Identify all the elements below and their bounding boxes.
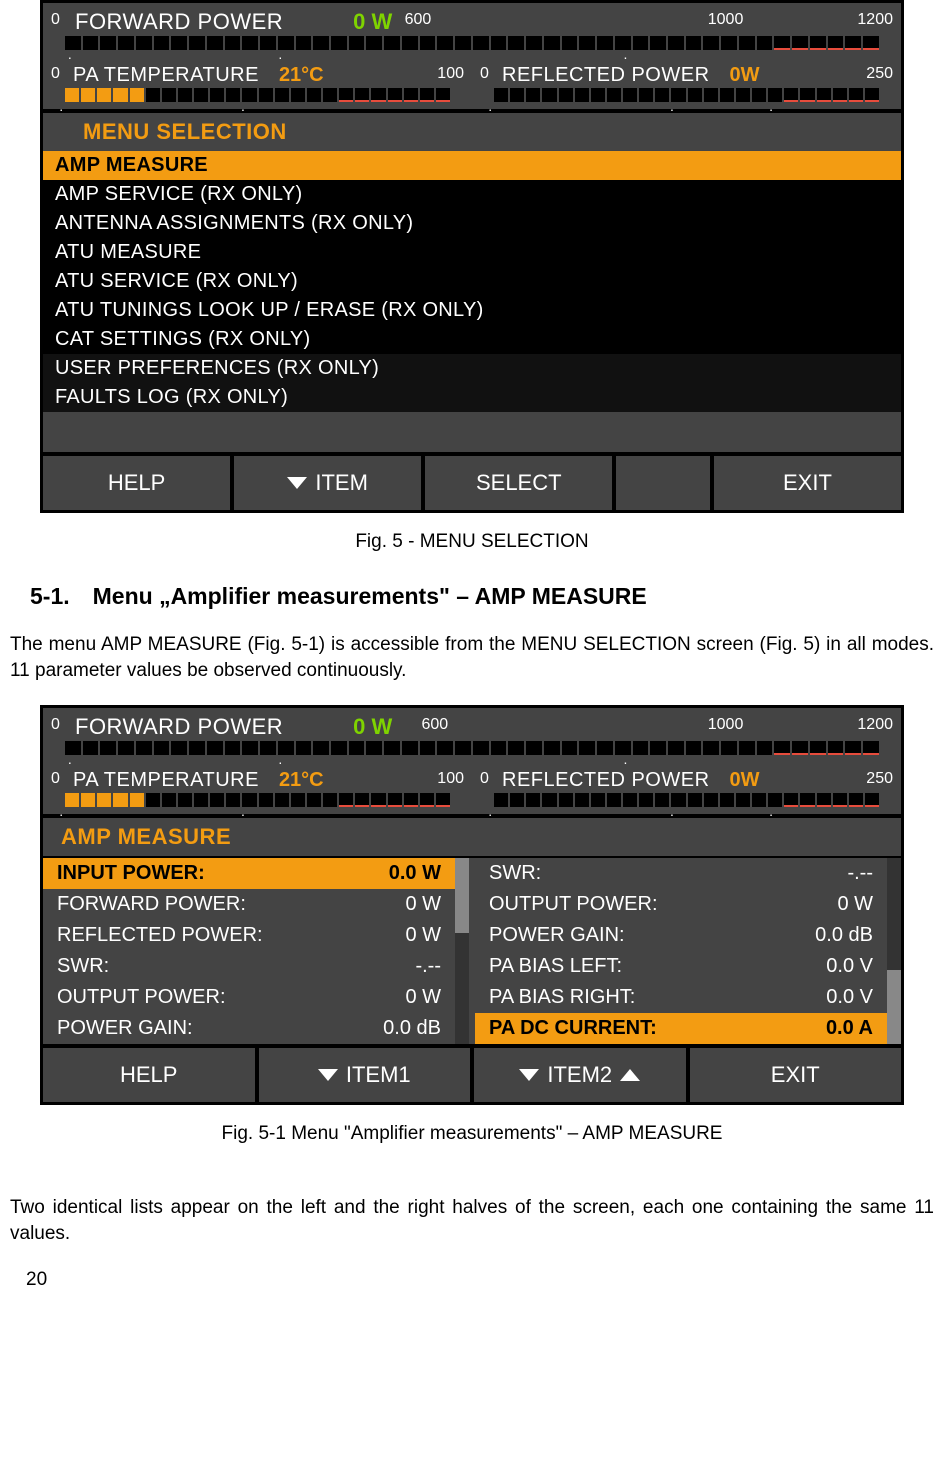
refl-bar: ...	[480, 793, 893, 814]
measure-columns: INPUT POWER:0.0 WFORWARD POWER:0 WREFLEC…	[43, 858, 901, 1044]
refl-label: REFLECTED POWER	[502, 769, 710, 792]
item-button[interactable]: ITEM	[234, 456, 425, 510]
param-row[interactable]: OUTPUT POWER:0 W	[475, 889, 887, 920]
param-row[interactable]: POWER GAIN:0.0 dB	[475, 920, 887, 951]
menu-item[interactable]: FAULTS LOG (RX ONLY)	[43, 383, 901, 412]
page-number: 20	[26, 1269, 944, 1291]
menu-item[interactable]: ANTENNA ASSIGNMENTS (RX ONLY)	[43, 209, 901, 238]
amp-measure-title: AMP MEASURE	[43, 818, 901, 856]
param-row[interactable]: PA BIAS RIGHT:0.0 V	[475, 982, 887, 1013]
fig51-caption: Fig. 5-1 Menu "Amplifier measurements" –…	[0, 1123, 944, 1145]
temp-value: 21°C	[279, 769, 324, 792]
fwd-value: 0 W	[353, 714, 392, 740]
pa-temp-gauge: 0 PA TEMPERATURE 21°C 100 ..	[43, 762, 472, 814]
scale-100: 100	[437, 65, 464, 83]
scale-0: 0	[51, 65, 60, 83]
param-row[interactable]: SWR:-.--	[43, 951, 455, 982]
scrollbar-left[interactable]	[455, 858, 469, 1044]
footer-bar: HELP ITEM1 ITEM2 EXIT	[43, 1044, 901, 1102]
menu-item[interactable]: ATU TUNINGS LOOK UP / ERASE (RX ONLY)	[43, 296, 901, 325]
param-row[interactable]: PA DC CURRENT:0.0 A	[475, 1013, 887, 1044]
menu-selection-title: MENU SELECTION	[43, 113, 901, 151]
refl-bar: ...	[480, 88, 893, 109]
temp-label: PA TEMPERATURE	[73, 769, 259, 792]
reflected-gauge: 0 REFLECTED POWER 0W 250 ...	[472, 57, 901, 109]
param-row[interactable]: FORWARD POWER:0 W	[43, 889, 455, 920]
help-button[interactable]: HELP	[43, 456, 234, 510]
temp-bar: ..	[51, 88, 464, 109]
scale-0: 0	[51, 11, 60, 29]
refl-value: 0W	[730, 769, 760, 792]
fwd-bar: ...	[51, 36, 893, 57]
pa-temp-gauge: 0 PA TEMPERATURE 21°C 100 ..	[43, 57, 472, 109]
scale-600: 600	[405, 11, 432, 29]
down-icon	[318, 1069, 338, 1081]
refl-value: 0W	[730, 64, 760, 87]
scale-250: 250	[866, 65, 893, 83]
temp-label: PA TEMPERATURE	[73, 64, 259, 87]
fig5-caption: Fig. 5 - MENU SELECTION	[0, 531, 944, 553]
scale-0: 0	[480, 65, 489, 83]
select-button[interactable]: SELECT	[425, 456, 616, 510]
right-column: SWR:-.--OUTPUT POWER:0 WPOWER GAIN:0.0 d…	[475, 858, 887, 1044]
exit-button[interactable]: EXIT	[714, 456, 901, 510]
menu-item[interactable]: USER PREFERENCES (RX ONLY)	[43, 354, 901, 383]
left-column: INPUT POWER:0.0 WFORWARD POWER:0 WREFLEC…	[43, 858, 455, 1044]
para-1: The menu AMP MEASURE (Fig. 5-1) is acces…	[10, 632, 934, 683]
forward-power-gauge: 0 FORWARD POWER 0 W 600 1000 1200 ...	[43, 3, 901, 57]
param-row[interactable]: INPUT POWER:0.0 W	[43, 858, 455, 889]
menu-item[interactable]: ATU MEASURE	[43, 238, 901, 267]
menu-item[interactable]: AMP MEASURE	[43, 151, 901, 180]
down-icon	[287, 477, 307, 489]
param-row[interactable]: SWR:-.--	[475, 858, 887, 889]
menu-list: AMP MEASUREAMP SERVICE (RX ONLY)ANTENNA …	[43, 151, 901, 412]
item2-button[interactable]: ITEM2	[474, 1048, 690, 1102]
fig51-screen: 0 FORWARD POWER 0 W 600 1000 1200 ... 0 …	[40, 705, 904, 1105]
temp-bar: ..	[51, 793, 464, 814]
param-row[interactable]: REFLECTED POWER:0 W	[43, 920, 455, 951]
para-2: Two identical lists appear on the left a…	[10, 1195, 934, 1246]
menu-item[interactable]: AMP SERVICE (RX ONLY)	[43, 180, 901, 209]
fig5-screen: 0 FORWARD POWER 0 W 600 1000 1200 ... 0 …	[40, 0, 904, 513]
up-icon	[620, 1069, 640, 1081]
forward-power-gauge: 0 FORWARD POWER 0 W 600 1000 1200 ...	[43, 708, 901, 762]
exit-button[interactable]: EXIT	[690, 1048, 902, 1102]
fwd-bar: ...	[51, 741, 893, 762]
menu-item[interactable]: CAT SETTINGS (RX ONLY)	[43, 325, 901, 354]
param-row[interactable]: OUTPUT POWER:0 W	[43, 982, 455, 1013]
scale-1200: 1200	[857, 11, 893, 29]
scrollbar-right[interactable]	[887, 858, 901, 1044]
down-icon	[519, 1069, 539, 1081]
help-button[interactable]: HELP	[43, 1048, 259, 1102]
reflected-gauge: 0 REFLECTED POWER 0W 250 ...	[472, 762, 901, 814]
fwd-value: 0 W	[353, 9, 392, 35]
param-row[interactable]: POWER GAIN:0.0 dB	[43, 1013, 455, 1044]
spacer	[616, 456, 714, 510]
menu-item[interactable]: ATU SERVICE (RX ONLY)	[43, 267, 901, 296]
scale-1000: 1000	[708, 11, 744, 29]
fwd-label: FORWARD POWER	[75, 9, 283, 35]
item1-button[interactable]: ITEM1	[259, 1048, 475, 1102]
temp-value: 21°C	[279, 64, 324, 87]
footer-bar: HELP ITEM SELECT EXIT	[43, 452, 901, 510]
param-row[interactable]: PA BIAS LEFT:0.0 V	[475, 951, 887, 982]
refl-label: REFLECTED POWER	[502, 64, 710, 87]
fwd-label: FORWARD POWER	[75, 714, 283, 740]
section-heading: 5-1. Menu „Amplifier measurements" – AMP…	[30, 583, 944, 610]
